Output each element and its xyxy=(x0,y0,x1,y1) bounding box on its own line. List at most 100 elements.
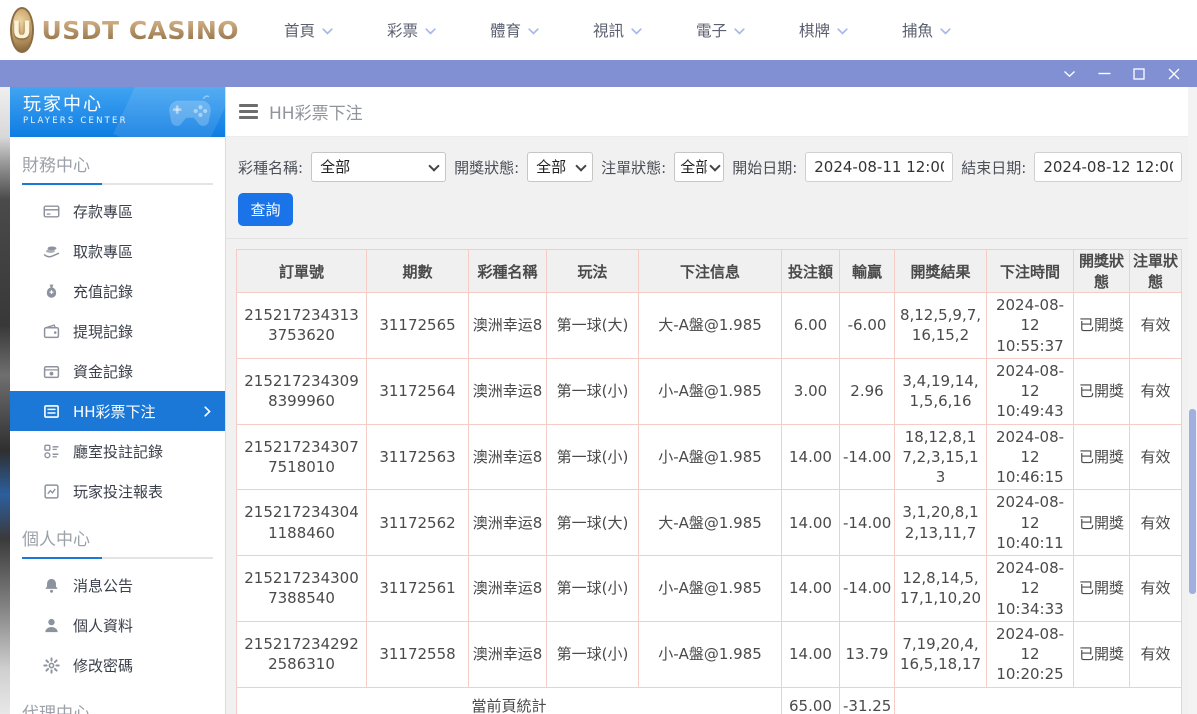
table-row: 215217234304118846031172562澳洲幸运8第一球(大)大-… xyxy=(237,490,1182,556)
nav-item[interactable]: 視訊 xyxy=(593,19,696,41)
lottery-name-select-wrap: 全部 xyxy=(311,152,446,182)
table-cell: 2152172343077518010 xyxy=(237,424,367,490)
table-cell: 已開獎 xyxy=(1074,621,1130,687)
breadcrumb: HH彩票下注 xyxy=(226,87,1197,137)
window-minimize-button[interactable] xyxy=(1093,64,1115,84)
table-row: 215217234309839996031172564澳洲幸运8第一球(小)小-… xyxy=(237,358,1182,424)
summary-winloss-total: -31.25 xyxy=(840,687,895,714)
table-cell: 14.00 xyxy=(782,556,840,622)
table-cell: 第一球(小) xyxy=(547,358,639,424)
content-scrollbar[interactable] xyxy=(1188,87,1197,714)
sidebar-item[interactable]: 提現記錄 xyxy=(10,311,225,351)
table-cell: 6.00 xyxy=(782,293,840,359)
sidebar-item[interactable]: 充值記錄 xyxy=(10,271,225,311)
nav-item-label: 體育 xyxy=(490,19,521,41)
table-cell: 3.00 xyxy=(782,358,840,424)
chevron-down-icon xyxy=(940,28,951,35)
window-close-button[interactable] xyxy=(1163,64,1185,84)
brand-logo[interactable]: U USDT CASINO xyxy=(10,7,222,53)
order-status-select-wrap: 全部 xyxy=(674,152,724,182)
table-cell: 澳洲幸运8 xyxy=(469,490,547,556)
nav-item[interactable]: 體育 xyxy=(490,19,593,41)
chevron-right-icon xyxy=(204,406,211,417)
logo-letter: U xyxy=(12,16,32,44)
sidebar-item[interactable]: 存款專區 xyxy=(10,191,225,231)
table-cell: -14.00 xyxy=(840,490,895,556)
table-cell: -6.00 xyxy=(840,293,895,359)
sidebar-item-label: 存款專區 xyxy=(73,201,133,222)
chevron-down-icon xyxy=(425,28,436,35)
table-cell: 小-A盤@1.985 xyxy=(639,621,782,687)
table-cell: 已開獎 xyxy=(1074,358,1130,424)
window-maximize-button[interactable] xyxy=(1128,64,1150,84)
sidebar-item[interactable]: 消息公告 xyxy=(10,565,225,605)
sidebar-item[interactable]: 廳室投註記錄 xyxy=(10,431,225,471)
table-cell: 有效 xyxy=(1130,621,1182,687)
start-date-label: 開始日期: xyxy=(732,157,797,178)
column-header: 投注額 xyxy=(782,250,840,293)
withdraw-icon xyxy=(43,243,60,260)
menu-toggle-icon[interactable] xyxy=(239,104,258,119)
sidebar-item[interactable]: 取款專區 xyxy=(10,231,225,271)
gamepad-icon xyxy=(165,93,215,135)
nav-item[interactable]: 棋牌 xyxy=(799,19,902,41)
orders-table: 訂單號期數彩種名稱玩法下注信息投注額輸贏開獎結果下注時間開獎狀態注單狀態 215… xyxy=(236,249,1182,714)
section-divider xyxy=(22,557,213,559)
logo-icon: U xyxy=(10,7,34,53)
window-collapse-button[interactable] xyxy=(1058,64,1080,84)
table-cell: 2152172343133753620 xyxy=(237,293,367,359)
lottery-name-select[interactable]: 全部 xyxy=(311,152,446,182)
scrollbar-thumb[interactable] xyxy=(1189,409,1196,594)
wallet-icon xyxy=(43,323,60,340)
person-icon xyxy=(43,617,60,634)
table-cell: 14.00 xyxy=(782,621,840,687)
table-row: 215217234300738854031172561澳洲幸运8第一球(小)小-… xyxy=(237,556,1182,622)
nav-item[interactable]: 捕魚 xyxy=(902,19,1005,41)
table-cell: 第一球(小) xyxy=(547,424,639,490)
sidebar-item[interactable]: 資金記錄 xyxy=(10,351,225,391)
table-cell: 已開獎 xyxy=(1074,556,1130,622)
table-cell: 澳洲幸运8 xyxy=(469,556,547,622)
nav-item[interactable]: 彩票 xyxy=(387,19,490,41)
search-button[interactable]: 查詢 xyxy=(238,193,293,226)
table-cell: 澳洲幸运8 xyxy=(469,424,547,490)
table-cell: 31172563 xyxy=(367,424,469,490)
page-title: HH彩票下注 xyxy=(269,99,363,124)
top-nav: 首頁彩票體育 視訊電子棋牌捕魚 xyxy=(284,19,1005,41)
hall-icon xyxy=(43,443,60,460)
desktop-background-strip xyxy=(0,87,10,714)
table-cell: 2024-08-12 10:40:11 xyxy=(987,490,1074,556)
sidebar-section-title: 代理中心 xyxy=(22,699,213,714)
nav-item[interactable]: 電子 xyxy=(696,19,799,41)
bell-icon xyxy=(43,577,60,594)
end-date-input[interactable] xyxy=(1034,152,1182,182)
start-date-input[interactable] xyxy=(805,152,953,182)
sidebar-item[interactable]: HH彩票下注 xyxy=(10,391,225,431)
table-cell: 有效 xyxy=(1130,293,1182,359)
sidebar-item[interactable]: 個人資料 xyxy=(10,605,225,645)
table-cell: 3,1,20,8,12,13,11,7 xyxy=(895,490,987,556)
sidebar-item[interactable]: 玩家投注報表 xyxy=(10,471,225,511)
table-cell: 7,19,20,4,16,5,18,17 xyxy=(895,621,987,687)
sidebar-item-label: 資金記錄 xyxy=(73,361,133,382)
chevron-down-icon xyxy=(837,28,848,35)
sidebar-item-label: 取款專區 xyxy=(73,241,133,262)
chevron-down-icon xyxy=(631,28,642,35)
column-header: 彩種名稱 xyxy=(469,250,547,293)
chevron-down-icon xyxy=(734,28,745,35)
sidebar-item-label: 消息公告 xyxy=(73,575,133,596)
summary-bet-total: 65.00 xyxy=(782,687,840,714)
gear-icon xyxy=(43,657,60,674)
table-cell: 有效 xyxy=(1130,358,1182,424)
main-content: HH彩票下注 彩種名稱: 全部 開獎狀態: 全部 注單狀態: 全部 xyxy=(225,87,1197,714)
nav-item[interactable]: 首頁 xyxy=(284,19,387,41)
column-header: 訂單號 xyxy=(237,250,367,293)
sidebar-item[interactable]: 修改密碼 xyxy=(10,645,225,685)
table-cell: 有效 xyxy=(1130,490,1182,556)
table-cell: 2152172343098399960 xyxy=(237,358,367,424)
order-status-select[interactable]: 全部 xyxy=(674,152,724,182)
window-titlebar xyxy=(0,60,1197,87)
column-header: 開獎狀態 xyxy=(1074,250,1130,293)
table-cell: 2024-08-12 10:49:43 xyxy=(987,358,1074,424)
draw-status-select[interactable]: 全部 xyxy=(527,152,593,182)
